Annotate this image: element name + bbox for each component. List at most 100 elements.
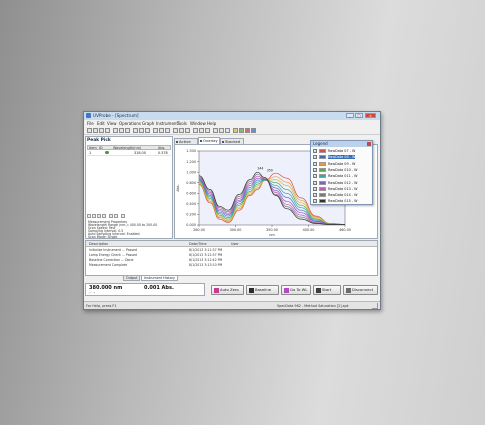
zoom-in-icon[interactable] xyxy=(153,127,158,133)
button-label: Auto Zero xyxy=(220,287,239,292)
minimize-button[interactable]: _ xyxy=(346,113,354,118)
add-icon[interactable] xyxy=(109,214,113,218)
table-row[interactable]: 1 318.00 0.578 xyxy=(87,150,171,156)
new-icon[interactable] xyxy=(87,127,92,133)
remove-icon[interactable] xyxy=(114,214,118,218)
grid-icon[interactable] xyxy=(225,127,230,133)
menu-help[interactable]: Help xyxy=(207,121,216,126)
log-description: Measurement Complete xyxy=(89,262,128,267)
baseline-button[interactable]: Baseline xyxy=(246,285,279,295)
cursor-icon[interactable] xyxy=(165,127,170,133)
zoom-out-icon[interactable] xyxy=(159,127,164,133)
column-header[interactable]: Description xyxy=(89,242,108,246)
legend-item[interactable]: ✓ RawData 010 - W xyxy=(313,167,371,173)
open-icon[interactable] xyxy=(93,127,98,133)
menu-view[interactable]: View xyxy=(107,121,117,126)
save-icon[interactable] xyxy=(99,127,104,133)
go-to-wl-button[interactable]: Go To WL xyxy=(281,285,311,295)
graph-icon[interactable] xyxy=(213,127,218,133)
legend-checkbox[interactable]: ✓ xyxy=(313,199,317,204)
legend-item[interactable]: ✓ RawData 011 - W xyxy=(313,173,371,179)
screenshot-background: { "window": { "title": "UVProbe - [Spect… xyxy=(0,0,485,425)
disconnect-button[interactable]: Disconnect xyxy=(343,285,378,295)
delete-icon[interactable] xyxy=(245,127,250,133)
legend-checkbox[interactable]: ✓ xyxy=(313,186,317,191)
legend-label: RawData 012 - W xyxy=(328,180,358,185)
toolbar xyxy=(84,126,380,135)
legend-window[interactable]: Legend ✓ RawData 07 - W ✓ RawData 08 - W ✓ Ra… xyxy=(310,140,373,205)
legend-label: RawData 011 - W xyxy=(328,174,358,179)
column-header[interactable]: Date/Time xyxy=(189,242,207,246)
settings-icon[interactable] xyxy=(121,214,125,218)
x-axis-label: nm xyxy=(269,233,275,237)
area-icon[interactable] xyxy=(185,127,190,133)
status-file-text: SpecData 962 - Method Saturation [2].spk xyxy=(277,303,349,308)
auto-zero-button[interactable]: Auto Zero xyxy=(211,285,244,295)
maximize-button[interactable]: □ xyxy=(355,113,363,118)
disconnect-icon xyxy=(345,288,351,293)
legend-checkbox[interactable]: ✓ xyxy=(313,174,317,179)
legend-item[interactable]: ✓ RawData 07 - W xyxy=(313,148,371,154)
legend-checkbox[interactable]: ✓ xyxy=(313,167,317,172)
paste-icon[interactable] xyxy=(125,127,130,133)
log-time: 8/1/2013 3:11:37 PM xyxy=(189,247,223,252)
legend-item[interactable]: ✓ RawData 09 - W xyxy=(313,161,371,167)
legend-checkbox[interactable]: ✓ xyxy=(313,180,317,185)
photometric-icon[interactable] xyxy=(199,127,204,133)
report-icon[interactable] xyxy=(145,127,150,133)
legend-swatch xyxy=(319,167,326,172)
tab-instrument-history[interactable]: Instrument History xyxy=(141,276,178,281)
measurement-properties: Measurement Properties Wavelength Range … xyxy=(87,220,171,239)
x-tick-label: 350.00 xyxy=(266,228,278,232)
valley-icon[interactable] xyxy=(179,127,184,133)
legend-swatch xyxy=(319,174,326,179)
last-icon[interactable] xyxy=(102,214,106,218)
menu-file[interactable]: File xyxy=(87,121,94,126)
legend-close-icon[interactable] xyxy=(367,141,371,146)
legend-item[interactable]: ✓ RawData 015 - W xyxy=(313,198,371,204)
overlay-icon[interactable] xyxy=(233,127,238,133)
legend-checkbox[interactable]: ✓ xyxy=(313,193,317,198)
y-tick-label: 1.000 xyxy=(186,170,196,174)
first-icon[interactable] xyxy=(87,214,91,218)
measure-icon[interactable] xyxy=(139,127,144,133)
copy-icon[interactable] xyxy=(119,127,124,133)
menu-tools[interactable]: Tools xyxy=(177,121,187,126)
tab-label: Overlay xyxy=(203,138,218,143)
tab-output[interactable]: Output xyxy=(123,276,141,281)
legend-checkbox[interactable]: ✓ xyxy=(313,161,317,166)
next-icon[interactable] xyxy=(97,214,101,218)
resize-grip-icon[interactable] xyxy=(372,303,378,309)
application-window: UVProbe - [Spectrum] _ □ × File Edit Vie… xyxy=(83,111,381,310)
cut-icon[interactable] xyxy=(113,127,118,133)
stack-icon[interactable] xyxy=(239,127,244,133)
legend-item[interactable]: ✓ RawData 08 - W xyxy=(313,154,371,160)
close-button[interactable]: × xyxy=(365,113,376,118)
status-bar: For Help, press F1 SpecData 962 - Method… xyxy=(84,301,380,309)
menu-instrument[interactable]: Instrument xyxy=(156,121,178,126)
table-row[interactable]: Measurement Complete 8/1/2013 3:13:10 PM xyxy=(86,262,377,267)
tab-overlay[interactable]: Overlay xyxy=(198,137,220,144)
prev-icon[interactable] xyxy=(92,214,96,218)
legend-item[interactable]: ✓ RawData 012 - W xyxy=(313,180,371,186)
print-icon[interactable] xyxy=(105,127,110,133)
legend-checkbox[interactable]: ✓ xyxy=(313,155,317,160)
menu-graph[interactable]: Graph xyxy=(142,121,154,126)
legend-item[interactable]: ✓ RawData 013 - W xyxy=(313,186,371,192)
column-header[interactable]: User xyxy=(231,242,239,246)
menu-operations[interactable]: Operations xyxy=(119,121,141,126)
properties-icon[interactable] xyxy=(251,127,256,133)
start-button[interactable]: Start xyxy=(313,285,341,295)
menu-edit[interactable]: Edit xyxy=(97,121,105,126)
button-label: Go To WL xyxy=(290,287,308,292)
title-bar: UVProbe - [Spectrum] _ □ × xyxy=(84,112,380,120)
method-icon[interactable] xyxy=(133,127,138,133)
spectrum-icon[interactable] xyxy=(193,127,198,133)
legend-checkbox[interactable]: ✓ xyxy=(313,149,317,153)
legend-item[interactable]: ✓ RawData 014 - W xyxy=(313,192,371,198)
graph-tabs: Active Overlay Stacked xyxy=(174,137,304,144)
peak-icon[interactable] xyxy=(173,127,178,133)
menu-window[interactable]: Window xyxy=(190,121,206,126)
legend-icon[interactable] xyxy=(219,127,224,133)
kinetics-icon[interactable] xyxy=(205,127,210,133)
